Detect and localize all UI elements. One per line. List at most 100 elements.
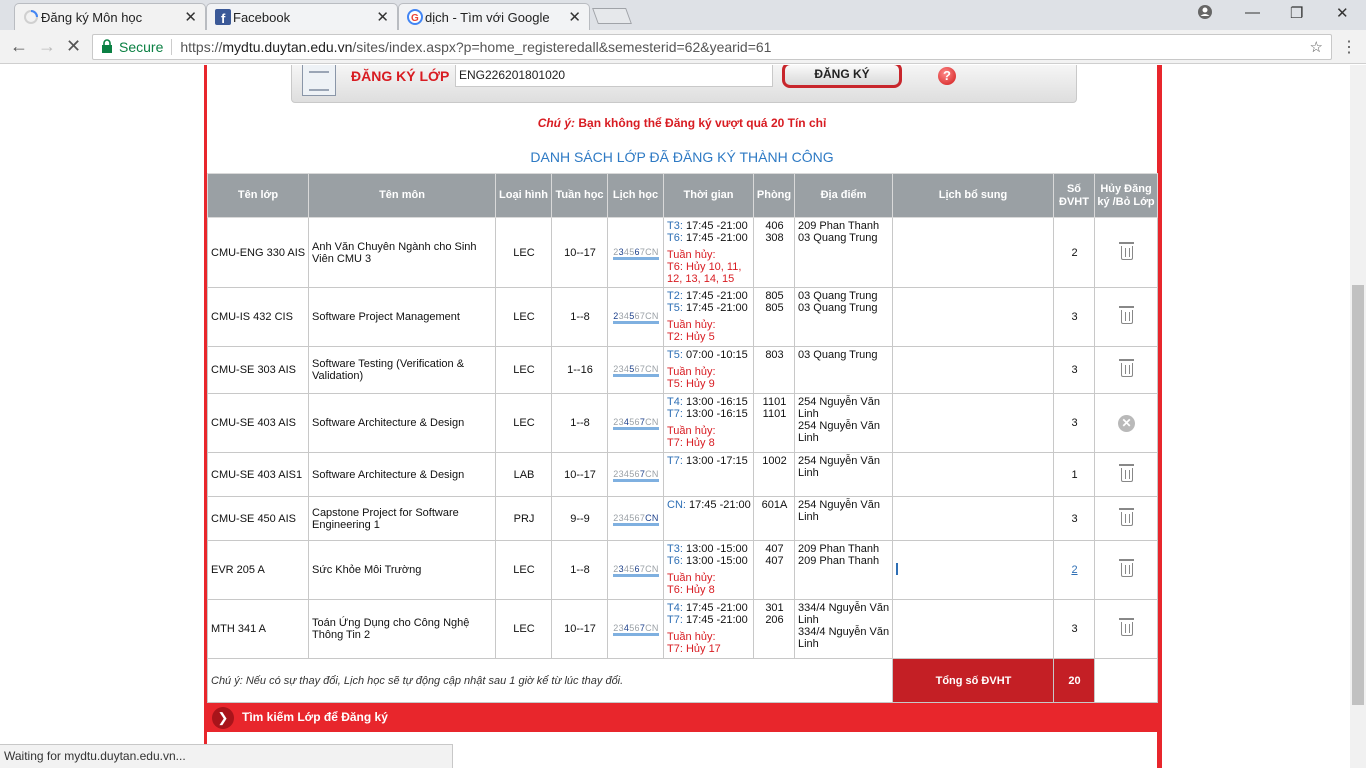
divider	[171, 39, 173, 55]
weekday-CN: CN	[645, 512, 659, 523]
column-header: Phòng	[753, 173, 795, 218]
close-window-icon[interactable]: ✕	[1336, 4, 1349, 22]
table-row: CMU-SE 450 AIS Capstone Project for Softw…	[207, 496, 1158, 541]
cancelled-weeks-label: Tuần hủy:	[667, 425, 716, 437]
location-value: 209 Phan Thanh	[798, 220, 880, 232]
time-cell: T5: 07:00 -10:15 Tuần hủy: T5: Hủy 9	[663, 346, 754, 394]
time-slot: T3: 13:00 -15:00	[667, 543, 748, 555]
time-slot: T3: 17:45 -21:00	[667, 220, 748, 232]
location-value: 03 Quang Trung	[798, 302, 878, 314]
table-row: CMU-IS 432 CIS Software Project Managemen…	[207, 287, 1158, 347]
weekday-CN: CN	[645, 311, 659, 321]
location-cell: 254 Nguyễn Văn Linh	[794, 496, 893, 541]
register-button[interactable]: ĐĂNG KÝ	[782, 65, 902, 88]
cancel-action-cell	[1094, 287, 1158, 347]
column-header: Loại hình	[495, 173, 552, 218]
class-code-cell: MTH 341 A	[207, 599, 309, 659]
table-row: CMU-SE 403 AIS Software Architecture & De…	[207, 393, 1158, 453]
credits-cell: 2	[1053, 540, 1095, 600]
cancelled-weeks-value: T6: Hủy 8	[667, 584, 715, 596]
table-header-row: Tên lớp Tên môn Loại hình Tuần học Lịch học T…	[207, 173, 1158, 218]
time-slot: T5: 07:00 -10:15	[667, 349, 748, 361]
weeks-cell: 9--9	[551, 496, 608, 541]
cancelled-weeks-label: Tuần hủy:	[667, 572, 716, 584]
search-class-label: Tìm kiếm Lớp để Đăng ký	[242, 710, 388, 724]
location-cell: 209 Phan Thanh 209 Phan Thanh	[794, 540, 893, 600]
weeks-cell: 1--16	[551, 346, 608, 394]
type-cell: LEC	[495, 217, 552, 288]
location-value: 03 Quang Trung	[798, 232, 878, 244]
weekday-indicator: 234567CN	[613, 247, 659, 260]
column-header: Số ĐVHT	[1053, 173, 1095, 218]
empty-cell	[1094, 658, 1158, 703]
facebook-icon: f	[215, 9, 231, 26]
location-value: 334/4 Nguyễn Văn Linh	[798, 602, 890, 626]
weekday-indicator: 234567CN	[613, 512, 659, 526]
tab-facebook[interactable]: f Facebook ✕	[206, 3, 398, 30]
tab-google[interactable]: G dịch - Tìm với Google ✕	[398, 3, 590, 30]
time-cell: T7: 13:00 -17:15	[663, 452, 754, 497]
close-tab-icon[interactable]: ✕	[376, 8, 389, 26]
table-row: CMU-ENG 330 AIS Anh Văn Chuyên Ngành cho …	[207, 217, 1158, 288]
room-cell: 406 308	[753, 217, 795, 288]
cancel-action-cell	[1094, 599, 1158, 659]
subject-name-cell: Capstone Project for Software Engineerin…	[308, 496, 496, 541]
cancelled-weeks-value: T7: Hủy 8	[667, 437, 715, 449]
weeks-cell: 1--8	[551, 393, 608, 453]
x-circle-icon[interactable]: ✕	[1118, 414, 1135, 432]
class-code-input[interactable]: ENG226201801020	[455, 65, 773, 87]
trash-icon[interactable]	[1118, 306, 1134, 324]
subject-name-cell: Software Project Management	[308, 287, 496, 347]
registered-classes-table: Tên lớp Tên môn Loại hình Tuần học Lịch học T…	[207, 173, 1158, 703]
trash-icon[interactable]	[1118, 559, 1134, 577]
location-value: 03 Quang Trung	[798, 349, 878, 361]
trash-icon[interactable]	[1118, 463, 1134, 482]
search-class-section[interactable]: ❯ Tìm kiếm Lớp để Đăng ký	[207, 703, 1157, 732]
room-value: 1101	[762, 396, 787, 408]
trash-icon[interactable]	[1118, 359, 1134, 377]
tab-title: dịch - Tìm với Google	[425, 9, 550, 25]
extra-schedule-cell	[892, 393, 1054, 453]
tab-dang-ky-mon-hoc[interactable]: Đăng ký Môn học ✕	[14, 3, 206, 30]
room-value: 301	[765, 602, 784, 614]
restore-icon[interactable]: ❐	[1290, 4, 1303, 22]
new-tab-button[interactable]	[592, 8, 632, 24]
menu-icon[interactable]: ⋮	[1341, 37, 1357, 57]
address-bar[interactable]: Secure https://mydtu.duytan.edu.vn/sites…	[92, 34, 1332, 60]
forward-icon[interactable]: →	[38, 36, 56, 57]
page-scrollbar[interactable]	[1350, 65, 1366, 768]
subject-name-cell: Sức Khỏe Môi Trường	[308, 540, 496, 600]
class-code-cell: CMU-SE 450 AIS	[207, 496, 309, 541]
subject-name-cell: Software Architecture & Design	[308, 452, 496, 497]
help-icon[interactable]: ?	[938, 67, 956, 85]
cancelled-weeks-label: Tuần hủy:	[667, 249, 716, 261]
close-tab-icon[interactable]: ✕	[184, 8, 197, 26]
trash-icon[interactable]	[1118, 507, 1134, 526]
stop-icon[interactable]: ✕	[66, 36, 81, 57]
time-cell: T3: 17:45 -21:00 T6: 17:45 -21:00 Tuần hủy…	[663, 217, 754, 288]
credit-limit-warning: Chú ý: Bạn không thể Đăng ký vượt quá 20…	[537, 116, 827, 130]
credits-cell: 3	[1053, 346, 1095, 394]
profile-icon[interactable]	[1197, 4, 1213, 24]
location-cell: 03 Quang Trung	[794, 346, 893, 394]
type-cell: LEC	[495, 393, 552, 453]
subject-name-cell: Software Architecture & Design	[308, 393, 496, 453]
close-tab-icon[interactable]: ✕	[568, 8, 581, 26]
scrollbar-thumb[interactable]	[1352, 285, 1364, 705]
time-slot: T2: 17:45 -21:00	[667, 290, 748, 302]
chevron-down-icon[interactable]: ❯	[212, 707, 234, 729]
back-icon[interactable]: ←	[10, 36, 28, 57]
subject-name-cell: Toán Ứng Dụng cho Công Nghệ Thông Tin 2	[308, 599, 496, 659]
weeks-cell: 1--8	[551, 287, 608, 347]
trash-icon[interactable]	[1118, 241, 1134, 260]
extra-schedule-cell	[892, 217, 1054, 288]
registration-panel: ĐĂNG KÝ LỚP ENG226201801020 ĐĂNG KÝ ? Ch…	[204, 65, 1162, 768]
credits-cell: 2	[1053, 217, 1095, 288]
cancelled-weeks-label: Tuần hủy:	[667, 366, 716, 378]
time-slot: T7: 17:45 -21:00	[667, 614, 748, 626]
weekday-cell: 234567CN	[607, 599, 664, 659]
column-header: Tuần học	[551, 173, 608, 218]
trash-icon[interactable]	[1118, 618, 1134, 636]
bookmark-star-icon[interactable]: ☆	[1310, 38, 1323, 56]
minimize-icon[interactable]: —	[1245, 4, 1260, 21]
